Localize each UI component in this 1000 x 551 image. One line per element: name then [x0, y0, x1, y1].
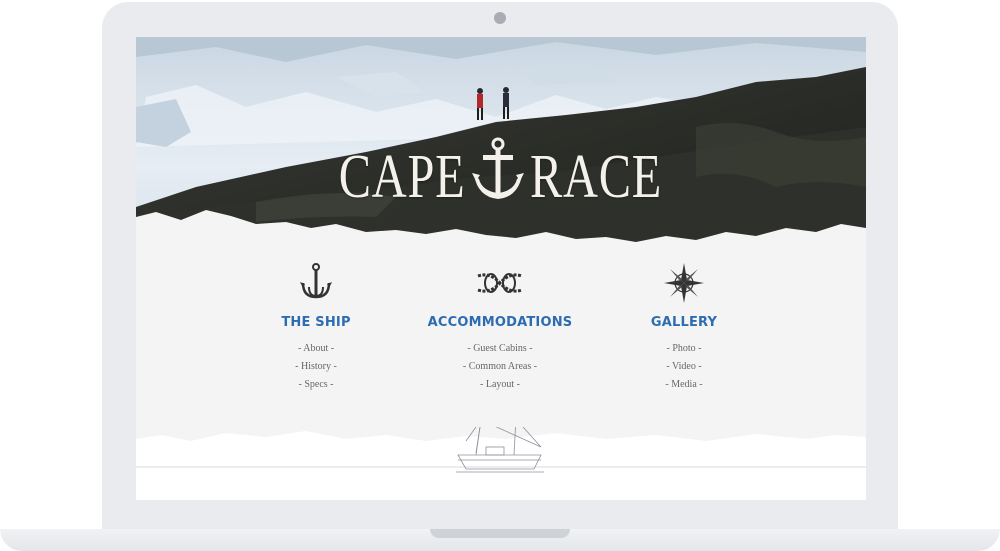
logo-word-cape: CAPE	[338, 143, 466, 211]
section-the-ship: THE SHIP - About - - History - - Specs -	[216, 259, 416, 394]
rope-knot-icon	[400, 259, 600, 307]
nav-columns: THE SHIP - About - - History - - Specs -…	[136, 259, 866, 399]
list-item: - About -	[216, 340, 416, 358]
brand-logo[interactable]: CAPE RACE	[136, 137, 866, 217]
section-links: - Photo - - Video - - Media -	[584, 340, 784, 394]
list-item: - Media -	[584, 376, 784, 394]
section-heading[interactable]: THE SHIP	[216, 315, 416, 330]
camera-dot	[494, 12, 506, 24]
section-accommodations: ACCOMMODATIONS - Guest Cabins - - Common…	[400, 259, 600, 394]
section-links: - About - - History - - Specs -	[216, 340, 416, 394]
section-heading[interactable]: ACCOMMODATIONS	[400, 315, 600, 330]
link-specs[interactable]: - Specs -	[299, 379, 334, 390]
list-item: - Common Areas -	[400, 358, 600, 376]
link-layout[interactable]: - Layout -	[480, 379, 520, 390]
link-about[interactable]: - About -	[298, 343, 334, 354]
section-gallery: GALLERY - Photo - - Video - - Media -	[584, 259, 784, 394]
link-video[interactable]: - Video -	[666, 361, 701, 372]
website-screen: CAPE RACE THE SHIP - About - - History -…	[136, 37, 866, 500]
link-guest-cabins[interactable]: - Guest Cabins -	[467, 343, 532, 354]
link-photo[interactable]: - Photo -	[667, 343, 702, 354]
link-history[interactable]: - History -	[295, 361, 337, 372]
anchor-icon	[470, 137, 526, 203]
section-links: - Guest Cabins - - Common Areas - - Layo…	[400, 340, 600, 394]
link-common-areas[interactable]: - Common Areas -	[463, 361, 537, 372]
link-media[interactable]: - Media -	[665, 379, 702, 390]
list-item: - Specs -	[216, 376, 416, 394]
laptop-notch	[430, 529, 570, 538]
list-item: - History -	[216, 358, 416, 376]
grappling-hook-icon	[216, 259, 416, 307]
list-item: - Guest Cabins -	[400, 340, 600, 358]
compass-rose-icon	[584, 259, 784, 307]
logo-word-race: RACE	[529, 143, 662, 211]
list-item: - Layout -	[400, 376, 600, 394]
list-item: - Photo -	[584, 340, 784, 358]
footer-area	[136, 427, 866, 500]
section-heading[interactable]: GALLERY	[584, 315, 784, 330]
list-item: - Video -	[584, 358, 784, 376]
